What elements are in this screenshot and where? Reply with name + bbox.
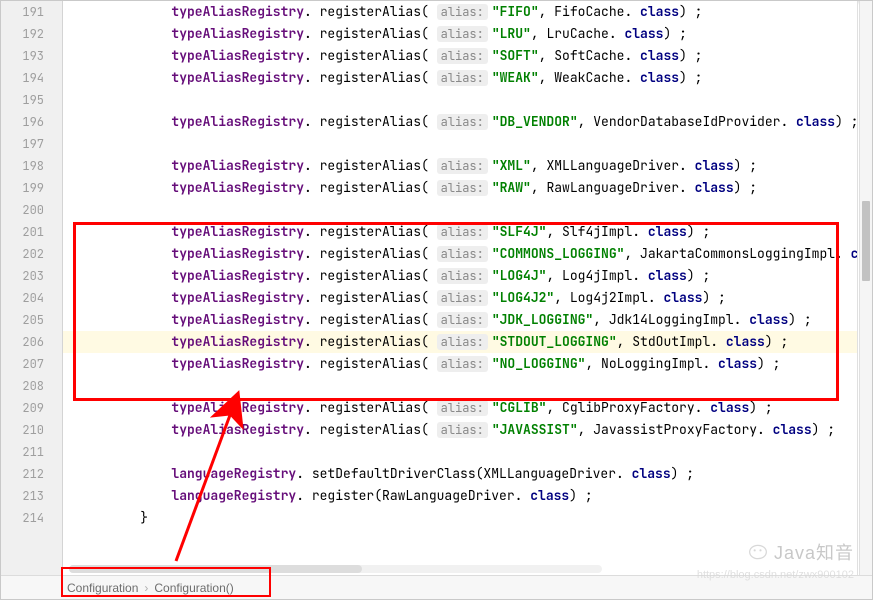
code-line[interactable]	[63, 375, 857, 397]
parameter-hint: alias:	[437, 422, 488, 438]
code-line[interactable]	[63, 199, 857, 221]
line-number[interactable]: 209	[1, 397, 62, 419]
code-line[interactable]: typeAliasRegistry. registerAlias( alias:…	[63, 67, 857, 89]
line-number[interactable]: 205	[1, 309, 62, 331]
horizontal-scrollbar[interactable]	[69, 565, 602, 573]
line-number[interactable]: 199	[1, 177, 62, 199]
line-number[interactable]: 194	[1, 67, 62, 89]
parameter-hint: alias:	[437, 246, 488, 262]
code-line[interactable]: typeAliasRegistry. registerAlias( alias:…	[63, 419, 857, 441]
watermark-url: https://blog.csdn.net/zwx900102	[697, 569, 854, 581]
line-number[interactable]: 204	[1, 287, 62, 309]
line-number[interactable]: 212	[1, 463, 62, 485]
code-line[interactable]: typeAliasRegistry. registerAlias( alias:…	[63, 265, 857, 287]
parameter-hint: alias:	[437, 356, 488, 372]
line-number[interactable]: 200	[1, 199, 62, 221]
line-number[interactable]: 207	[1, 353, 62, 375]
code-line[interactable]: languageRegistry. register(RawLanguageDr…	[63, 485, 857, 507]
line-number[interactable]: 193	[1, 45, 62, 67]
line-number[interactable]: 197	[1, 133, 62, 155]
breadcrumb-class[interactable]: Configuration	[67, 581, 138, 595]
vertical-scrollbar[interactable]	[859, 1, 872, 575]
line-number-gutter[interactable]: 1911921931941951961971981992002012022032…	[1, 1, 63, 575]
vertical-scroll-thumb[interactable]	[862, 201, 870, 281]
parameter-hint: alias:	[437, 312, 488, 328]
code-line[interactable]: typeAliasRegistry. registerAlias( alias:…	[63, 221, 857, 243]
parameter-hint: alias:	[437, 180, 488, 196]
parameter-hint: alias:	[437, 334, 488, 350]
parameter-hint: alias:	[437, 4, 488, 20]
parameter-hint: alias:	[437, 290, 488, 306]
code-line[interactable]: typeAliasRegistry. registerAlias( alias:…	[63, 331, 857, 353]
line-number[interactable]: 195	[1, 89, 62, 111]
code-line[interactable]: }	[63, 507, 857, 529]
code-editor-area[interactable]: typeAliasRegistry. registerAlias( alias:…	[63, 1, 858, 575]
parameter-hint: alias:	[437, 400, 488, 416]
parameter-hint: alias:	[437, 224, 488, 240]
line-number[interactable]: 210	[1, 419, 62, 441]
code-line[interactable]: typeAliasRegistry. registerAlias( alias:…	[63, 177, 857, 199]
breadcrumb-separator-icon: ›	[144, 581, 148, 595]
parameter-hint: alias:	[437, 26, 488, 42]
code-line[interactable]: typeAliasRegistry. registerAlias( alias:…	[63, 397, 857, 419]
code-line[interactable]: typeAliasRegistry. registerAlias( alias:…	[63, 111, 857, 133]
line-number[interactable]: 192	[1, 23, 62, 45]
line-number[interactable]: 206	[1, 331, 62, 353]
line-number[interactable]: 203	[1, 265, 62, 287]
line-number[interactable]: 213	[1, 485, 62, 507]
parameter-hint: alias:	[437, 70, 488, 86]
line-number[interactable]: 191	[1, 1, 62, 23]
code-line[interactable]: typeAliasRegistry. registerAlias( alias:…	[63, 1, 857, 23]
line-number[interactable]: 208	[1, 375, 62, 397]
code-line[interactable]: typeAliasRegistry. registerAlias( alias:…	[63, 287, 857, 309]
code-line[interactable]	[63, 89, 857, 111]
watermark-brand: Java知音	[748, 539, 854, 565]
line-number[interactable]: 202	[1, 243, 62, 265]
wechat-icon	[748, 543, 768, 561]
code-line[interactable]: languageRegistry. setDefaultDriverClass(…	[63, 463, 857, 485]
breadcrumb-method[interactable]: Configuration()	[154, 581, 233, 595]
code-line[interactable]: typeAliasRegistry. registerAlias( alias:…	[63, 243, 857, 265]
parameter-hint: alias:	[437, 158, 488, 174]
parameter-hint: alias:	[437, 48, 488, 64]
parameter-hint: alias:	[437, 268, 488, 284]
line-number[interactable]: 214	[1, 507, 62, 529]
editor-window: 1911921931941951961971981992002012022032…	[0, 0, 873, 600]
line-number[interactable]: 196	[1, 111, 62, 133]
horizontal-scroll-thumb[interactable]	[69, 565, 362, 573]
code-line[interactable]	[63, 441, 857, 463]
code-line[interactable]: typeAliasRegistry. registerAlias( alias:…	[63, 353, 857, 375]
code-line[interactable]: typeAliasRegistry. registerAlias( alias:…	[63, 23, 857, 45]
line-number[interactable]: 198	[1, 155, 62, 177]
code-line[interactable]: typeAliasRegistry. registerAlias( alias:…	[63, 45, 857, 67]
code-line[interactable]: typeAliasRegistry. registerAlias( alias:…	[63, 155, 857, 177]
parameter-hint: alias:	[437, 114, 488, 130]
line-number[interactable]: 201	[1, 221, 62, 243]
code-line[interactable]: typeAliasRegistry. registerAlias( alias:…	[63, 309, 857, 331]
line-number[interactable]: 211	[1, 441, 62, 463]
code-line[interactable]	[63, 133, 857, 155]
